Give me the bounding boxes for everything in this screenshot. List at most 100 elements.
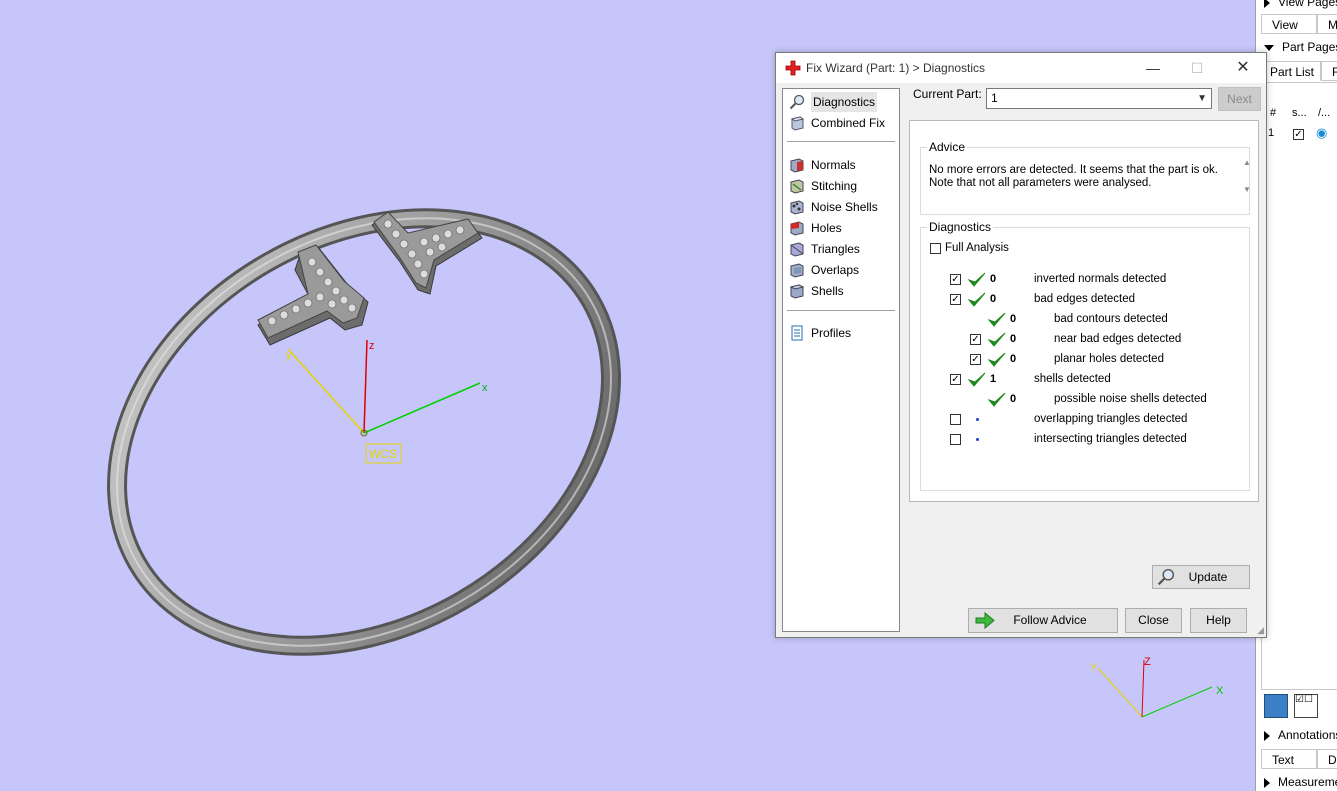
advice-text: No more errors are detected. It seems th…	[929, 164, 1237, 214]
diagnostic-label: intersecting triangles detected	[1034, 433, 1187, 445]
tab-view[interactable]: View	[1261, 14, 1317, 34]
noise-shells-icon	[790, 200, 804, 215]
diagnostic-checkbox[interactable]: ✓	[970, 354, 981, 365]
mini-x-label: X	[1216, 685, 1224, 697]
check-icon	[988, 352, 1006, 367]
diagnostic-count: 0	[1010, 333, 1017, 345]
title-bar[interactable]: Fix Wizard (Part: 1) > Diagnostics — ☐ ✕	[776, 53, 1266, 83]
follow-advice-button[interactable]: Follow Advice	[968, 608, 1118, 633]
select-toggle-icon[interactable]: ☑☐	[1294, 694, 1318, 718]
pending-dot-icon	[976, 438, 979, 441]
diagnostics-group: Diagnostics Full Analysis ✓ 0 inverted nor…	[920, 220, 1250, 589]
nav-item-overlaps[interactable]: Overlaps	[787, 260, 895, 280]
annotations-header[interactable]: Annotations	[1264, 728, 1337, 742]
expand-icon	[1264, 777, 1270, 788]
diagnostic-count: 0	[1010, 313, 1017, 325]
diagnostic-count: 1	[990, 373, 997, 385]
diagnostic-count: 0	[1010, 393, 1017, 405]
nav-separator	[787, 310, 895, 311]
check-icon	[988, 332, 1006, 347]
advice-group: Advice No more errors are detected. It s…	[920, 140, 1253, 215]
document-icon	[791, 325, 803, 341]
minimize-button[interactable]: —	[1130, 53, 1176, 83]
part-pages-header[interactable]: Part Pages	[1264, 40, 1337, 54]
wcs-z-label: z	[369, 340, 375, 352]
column-s[interactable]: s...	[1292, 107, 1307, 119]
nav-item-diagnostics[interactable]: Diagnostics	[787, 92, 895, 112]
tab-view-2[interactable]: M	[1317, 14, 1337, 34]
diagnostic-label: overlapping triangles detected	[1034, 413, 1188, 425]
measurements-header[interactable]: Measurements	[1264, 775, 1337, 789]
diagnostic-label: bad contours detected	[1054, 313, 1168, 325]
nav-item-holes[interactable]: Holes	[787, 218, 895, 238]
tab-part-list[interactable]: Part List	[1259, 61, 1321, 81]
diagnostic-checkbox[interactable]: ✓	[950, 294, 961, 305]
nav-separator	[787, 141, 895, 142]
diagnostic-checkbox[interactable]: ✓	[950, 374, 961, 385]
tab-text[interactable]: Text	[1261, 749, 1317, 769]
nav-item-stitching[interactable]: Stitching	[787, 176, 895, 196]
magnifier-icon	[789, 94, 805, 110]
full-analysis-checkbox[interactable]	[930, 243, 941, 254]
holes-icon	[790, 221, 804, 236]
wizard-nav-list: Diagnostics Combined Fix Normals Stitchi…	[782, 88, 900, 632]
row-checkbox[interactable]: ✓	[1293, 129, 1304, 140]
column-slash[interactable]: /...	[1318, 107, 1330, 119]
check-icon	[988, 392, 1006, 407]
check-icon	[968, 292, 986, 307]
maximize-button[interactable]: ☐	[1174, 53, 1220, 83]
close-window-button[interactable]: ✕	[1220, 53, 1266, 83]
nav-item-profiles[interactable]: Profiles	[787, 323, 895, 343]
full-analysis-label: Full Analysis	[945, 242, 1009, 254]
help-button[interactable]: Help	[1190, 608, 1247, 633]
nav-item-shells[interactable]: Shells	[787, 281, 895, 301]
overlaps-icon	[790, 263, 804, 278]
side-panel: View Pages View M Part Pages Part List F…	[1255, 0, 1337, 791]
pending-dot-icon	[976, 418, 979, 421]
check-icon	[968, 372, 986, 387]
nav-item-noise-shells[interactable]: Noise Shells	[787, 197, 895, 217]
diagnostic-label: inverted normals detected	[1034, 273, 1167, 285]
tab-part-2[interactable]: F	[1321, 61, 1337, 81]
diagnostic-checkbox[interactable]: ✓	[950, 274, 961, 285]
diagnostic-checkbox[interactable]	[950, 434, 961, 445]
column-number[interactable]: #	[1270, 107, 1276, 119]
orientation-axes: Y Z X	[1090, 656, 1224, 718]
diagnostic-label: shells detected	[1034, 373, 1111, 385]
wcs-axes: y z x WCS	[286, 339, 488, 464]
diagnostic-label: bad edges detected	[1034, 293, 1136, 305]
tab-d[interactable]: D	[1317, 749, 1337, 769]
resize-grip-icon[interactable]: ◢	[1257, 625, 1264, 636]
view-pages-header[interactable]: View Pages	[1264, 0, 1337, 9]
normals-icon	[790, 158, 804, 173]
stitching-icon	[790, 179, 804, 194]
cube-icon	[790, 116, 805, 131]
diagnostic-checkbox[interactable]	[950, 414, 961, 425]
current-part-select[interactable]: 1 ▼	[986, 88, 1212, 109]
expand-icon	[1264, 0, 1270, 8]
nav-item-combined-fix[interactable]: Combined Fix	[787, 113, 895, 133]
chevron-down-icon: ▼	[1197, 93, 1207, 104]
current-part-label: Current Part:	[913, 87, 982, 101]
diagnostic-count: 0	[990, 273, 997, 285]
diagnostic-checkbox[interactable]: ✓	[970, 334, 981, 345]
cubes-icon[interactable]	[1264, 694, 1288, 718]
collapse-icon	[1264, 44, 1274, 51]
advice-scrollbar[interactable]: ▲ ▼	[1241, 158, 1253, 206]
eye-icon[interactable]: ◉	[1316, 125, 1327, 141]
arrow-right-icon	[975, 612, 995, 629]
row-number: 1	[1268, 127, 1275, 139]
diagnostic-count: 0	[990, 293, 997, 305]
mini-y-label: Y	[1090, 662, 1098, 674]
next-button[interactable]: Next	[1218, 87, 1261, 111]
update-button[interactable]: Update	[1152, 565, 1250, 589]
advice-title: Advice	[927, 140, 968, 154]
nav-item-normals[interactable]: Normals	[787, 155, 895, 175]
advice-line-2: Note that not all parameters were analys…	[929, 177, 1152, 189]
close-button[interactable]: Close	[1125, 608, 1182, 633]
advice-line-1: No more errors are detected. It seems th…	[929, 164, 1218, 176]
check-icon	[988, 312, 1006, 327]
wcs-label: WCS	[369, 447, 397, 461]
shells-icon	[789, 284, 805, 299]
nav-item-triangles[interactable]: Triangles	[787, 239, 895, 259]
